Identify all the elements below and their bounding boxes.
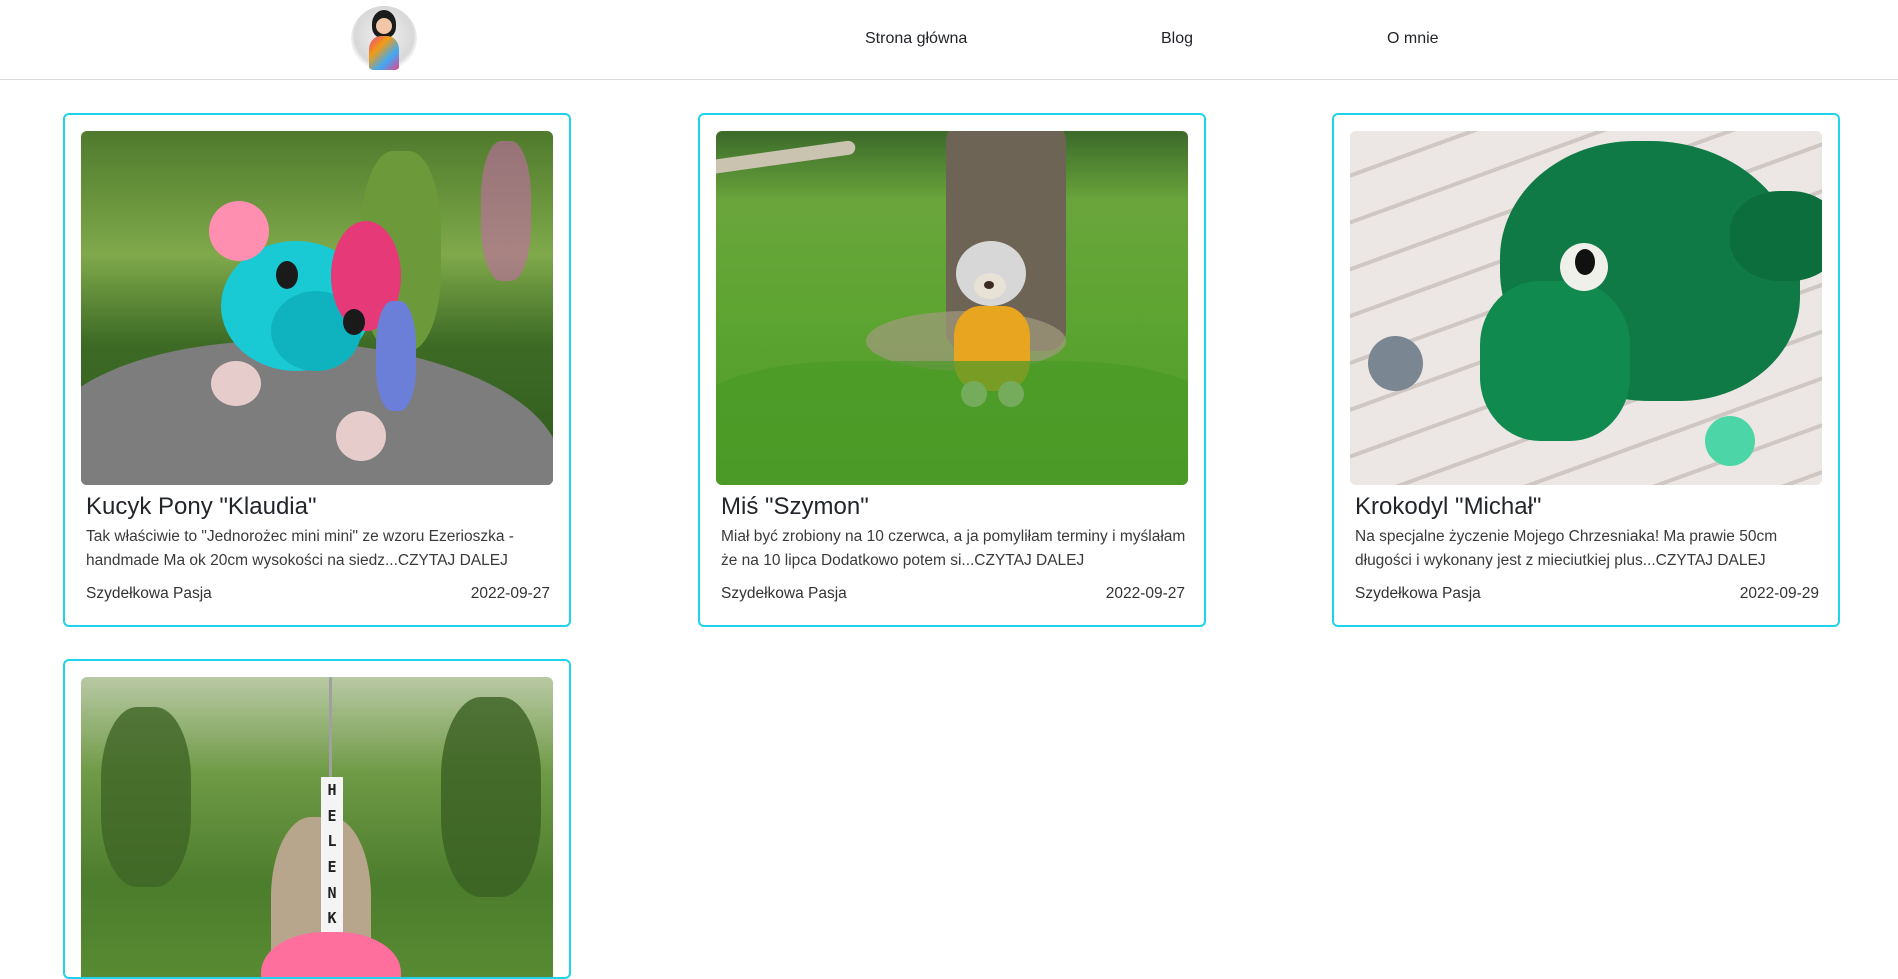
post-excerpt: Tak właściwie to "Jednorożec mini mini" … [86, 528, 514, 569]
post-author: Szydełkowa Pasja [721, 585, 847, 602]
post-image-crocodile[interactable] [1350, 131, 1822, 485]
post-excerpt: Na specjalne życzenie Mojego Chrzesniaka… [1355, 528, 1778, 569]
post-card[interactable]: Krokodyl "Michał" Na specjalne życzenie … [1332, 113, 1840, 627]
logo-face [376, 18, 392, 34]
post-image-keychain[interactable]: HELENKA [81, 677, 553, 977]
logo-body [369, 36, 399, 70]
post-author: Szydełkowa Pasja [86, 585, 212, 602]
post-image-pony[interactable] [81, 131, 553, 485]
post-author: Szydełkowa Pasja [1355, 585, 1481, 602]
nav-link-about[interactable]: O mnie [1387, 30, 1439, 48]
post-excerpt: Miał być zrobiony na 10 czerwca, a ja po… [721, 528, 1186, 569]
nav-link-blog[interactable]: Blog [1161, 30, 1193, 48]
post-title[interactable]: Miś "Szymon" [721, 493, 869, 521]
post-card[interactable]: Kucyk Pony "Klaudia" Tak właściwie to "J… [63, 113, 571, 627]
post-date: 2022-09-27 [1105, 585, 1185, 602]
post-image-bear[interactable] [716, 131, 1188, 485]
post-title[interactable]: Kucyk Pony "Klaudia" [86, 493, 317, 521]
post-title[interactable]: Krokodyl "Michał" [1355, 493, 1541, 521]
top-navbar: Strona główna Blog O mnie [0, 0, 1898, 80]
keychain-letters: HELENKA [321, 777, 343, 957]
nav-link-home[interactable]: Strona główna [865, 30, 967, 48]
post-date: 2022-09-29 [1739, 585, 1819, 602]
post-date: 2022-09-27 [470, 585, 550, 602]
post-card[interactable]: HELENKA [63, 659, 571, 979]
post-card[interactable]: Miś "Szymon" Miał być zrobiony na 10 cze… [698, 113, 1206, 627]
site-logo[interactable] [351, 6, 417, 72]
